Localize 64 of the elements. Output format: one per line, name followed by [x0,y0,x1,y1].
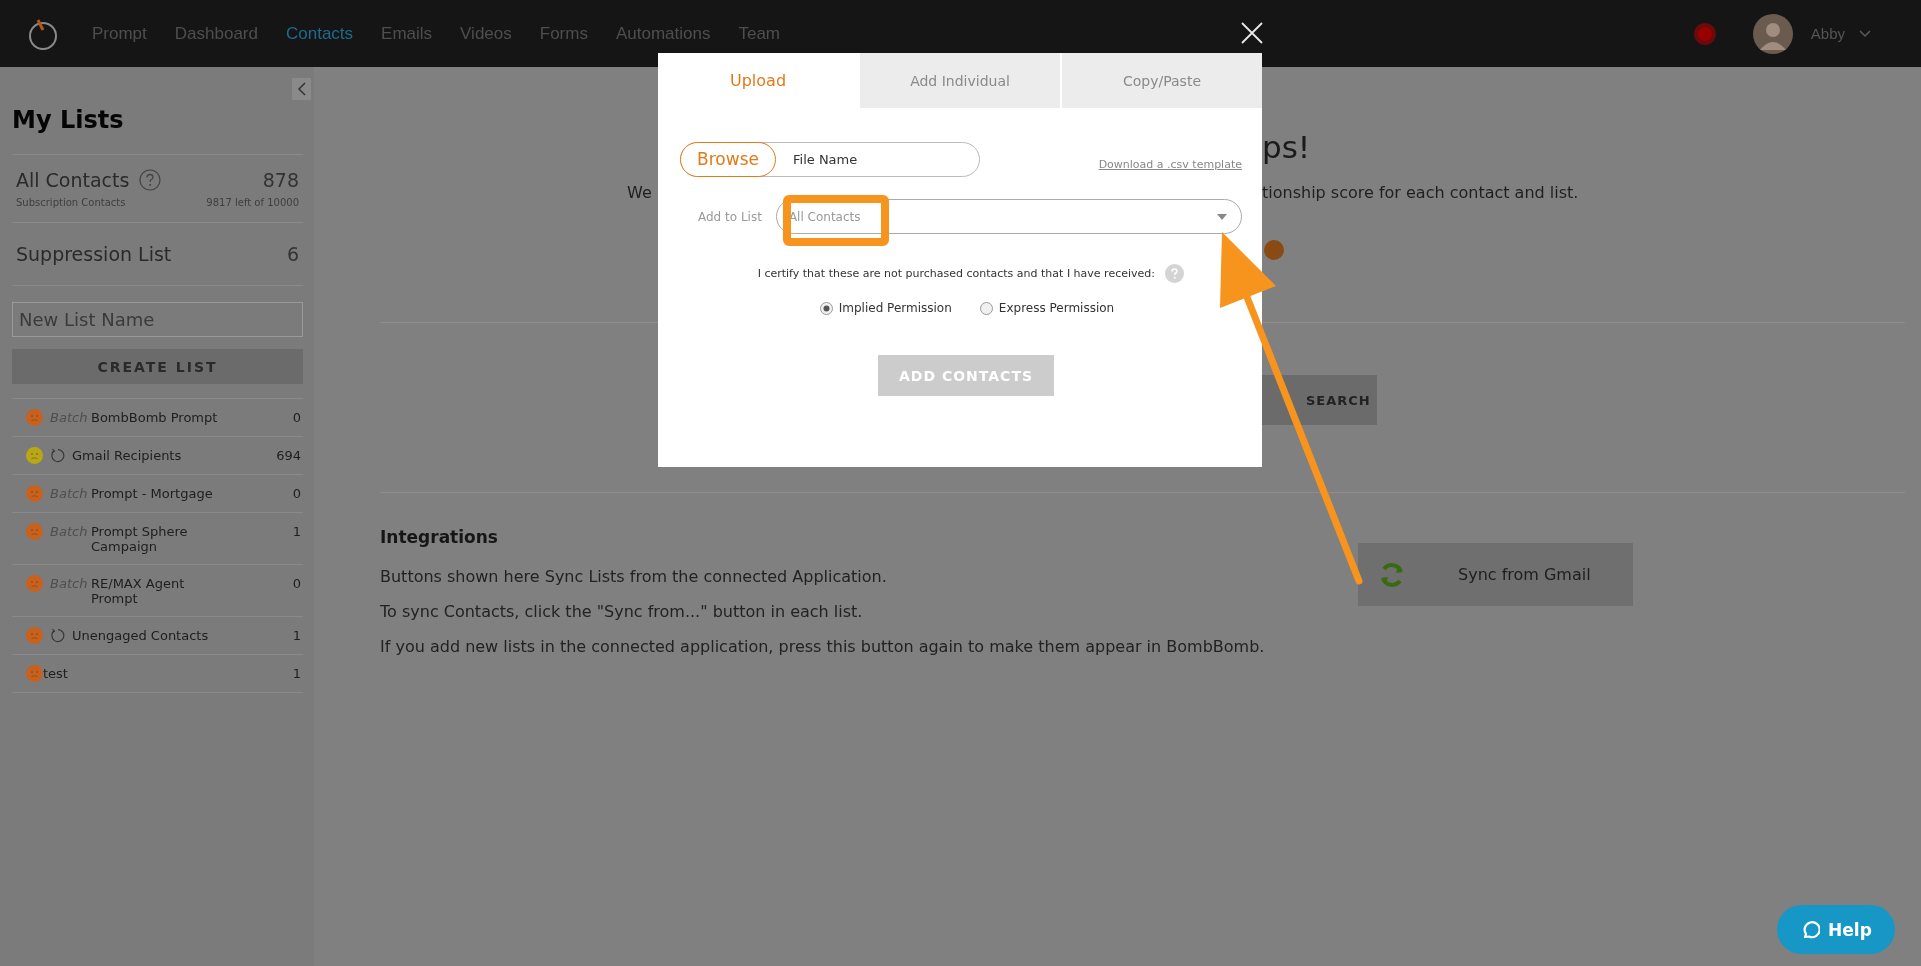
list-count: 0 [292,410,301,425]
create-list-button[interactable]: CREATE LIST [12,349,303,384]
chevron-left-icon [296,82,307,96]
list-count: 878 [262,169,299,191]
list-count: 694 [276,448,301,463]
list-name[interactable]: Suppression List [16,243,172,265]
nav-tab[interactable]: Automations [615,23,711,44]
caret-icon [1217,213,1227,220]
sync-button[interactable]: Sync from Gmail [1358,543,1633,606]
list-count: 1 [292,628,301,643]
refresh-icon [50,448,65,463]
dialog-tab[interactable]: Upload [658,53,858,108]
certify-text: I certify that these are not purchased contacts and that I have received: [757,267,1155,280]
nav-tab[interactable]: Team [738,23,780,44]
list-name[interactable]: Prompt - Mortgage [91,486,231,501]
nav-tab[interactable]: Dashboard [174,23,258,44]
list-name[interactable]: All Contacts [16,169,130,191]
list-count: 1 [292,524,301,539]
chat-icon [1800,919,1821,940]
nav-tab[interactable]: Forms [539,23,588,44]
description-text: To sync Contacts, click the "Sync from..." button in each list. [380,602,864,621]
list-count: 0 [292,486,301,501]
page-heading: ps! [1262,129,1312,165]
radio-label[interactable]: Implied Permission [838,301,952,315]
search-button[interactable]: SEARCH [1262,375,1377,425]
template-link[interactable]: Download a .csv template [1098,158,1242,171]
list-name[interactable]: test [43,666,203,681]
nav-tab[interactable]: Prompt [92,23,147,44]
chevron-down-icon[interactable] [1859,29,1871,38]
help-button[interactable]: Help [1777,905,1895,954]
list-count: 0 [292,576,301,591]
list-sublabel: Subscription Contacts [16,197,126,208]
list-count: 6 [286,243,299,265]
nav-tab[interactable]: Emails [381,23,433,44]
list-name[interactable]: Prompt Sphere Campaign [91,524,231,554]
description-text: Buttons shown here Sync Lists from the connected Application. [380,567,888,586]
list-count: 1 [292,666,301,681]
record-icon[interactable] [1692,21,1717,46]
intro-text: tionship score for each contact and list. [1262,183,1580,202]
description-text: If you add new lists in the connected application, press this button again to make them appear in BombBomb. [380,637,1265,656]
list-name[interactable]: RE/MAX Agent Prompt [91,576,231,606]
radio-button[interactable] [979,301,993,315]
intro-text: We [626,183,653,202]
help-icon[interactable] [139,169,162,191]
status-dot-icon [1264,240,1284,260]
list-name[interactable]: Gmail Recipients [72,448,232,463]
quota-text: 9817 left of 10000 [206,197,299,208]
list-name[interactable]: BombBomb Prompt [91,410,231,425]
radio-label[interactable]: Express Permission [998,301,1115,315]
user-name[interactable]: Abby [1810,25,1845,42]
section-title: Integrations [380,527,499,547]
browse-button[interactable]: Browse [680,141,776,177]
nav-tab[interactable]: Contacts [285,23,354,44]
file-name-text: File Name [793,152,858,167]
avatar[interactable] [1752,13,1793,54]
close-icon[interactable] [1241,22,1263,44]
list-name[interactable]: Unengaged Contacts [72,628,232,643]
radio-button[interactable] [819,301,833,315]
field-label: Add to List [698,209,762,224]
new-list-field[interactable]: New List Name [12,302,303,337]
refresh-icon [50,628,65,643]
nav-tab[interactable]: Videos [460,23,512,44]
sidebar-title: My Lists [12,106,303,155]
collapse-button[interactable] [292,78,311,100]
